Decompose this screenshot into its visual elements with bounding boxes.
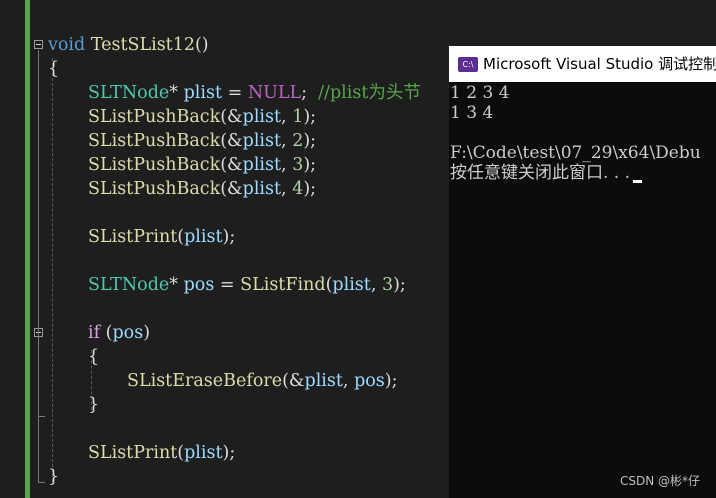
code-token: SListPrint — [88, 443, 178, 463]
console-titlebar[interactable]: C:\ Microsoft Visual Studio 调试控制 — [449, 46, 716, 82]
code-token: ); — [222, 443, 236, 463]
code-token: ; — [301, 83, 319, 103]
code-token: (& — [282, 371, 305, 391]
code-token: } — [48, 467, 60, 487]
code-token: , — [342, 371, 355, 391]
code-line[interactable]: void TestSList12() — [48, 33, 209, 57]
code-line[interactable]: if (pos) — [88, 321, 150, 345]
code-line[interactable]: SListPushBack(&plist, 4); — [88, 177, 316, 201]
code-token: , — [281, 131, 293, 151]
code-token: SListEraseBefore — [127, 371, 283, 391]
change-tracking-bar — [25, 0, 30, 498]
code-token: (& — [220, 155, 243, 175]
code-line[interactable]: SLTNode* plist = NULL; //plist为头节 — [88, 81, 421, 105]
code-token: { — [88, 347, 100, 367]
console-output-line: 1 2 3 4 — [450, 83, 510, 103]
console-output-line: F:\Code\test\07_29\x64\Debu — [450, 143, 701, 163]
code-line[interactable]: { — [88, 345, 99, 369]
code-token: 3 — [292, 155, 304, 175]
code-token: , — [281, 179, 293, 199]
code-line[interactable]: SListEraseBefore(&plist, pos); — [127, 369, 398, 393]
code-line[interactable]: } — [88, 393, 99, 417]
code-token: SListPushBack — [88, 107, 221, 127]
code-token: //plist为头节 — [318, 83, 421, 103]
code-token: plist — [184, 227, 223, 247]
code-token: plist — [242, 179, 282, 199]
code-token: SListPrint — [88, 227, 178, 247]
console-title: Microsoft Visual Studio 调试控制 — [483, 55, 716, 73]
code-token: , — [370, 275, 382, 295]
code-token: SLTNode — [88, 83, 170, 103]
code-token: ) — [143, 323, 151, 343]
code-token: ); — [393, 275, 406, 295]
editor-gutter — [0, 0, 25, 498]
code-token: (& — [220, 131, 243, 151]
code-token: ); — [303, 131, 317, 151]
console-output-line: 1 3 4 — [450, 103, 494, 123]
code-token: plist — [304, 371, 343, 391]
code-token: { — [48, 59, 60, 79]
code-token: (& — [220, 107, 243, 127]
code-token: * — [169, 83, 184, 103]
code-token: ); — [303, 155, 317, 175]
code-token: pos — [183, 275, 215, 295]
code-token: ); — [222, 227, 236, 247]
code-token: SLTNode — [88, 275, 170, 295]
code-token: SListPushBack — [88, 131, 221, 151]
code-token: = — [214, 275, 241, 295]
code-token: 3 — [381, 275, 394, 295]
code-token: pos — [354, 371, 385, 391]
code-token: NULL — [247, 83, 302, 103]
debug-console-window[interactable]: C:\ Microsoft Visual Studio 调试控制 1 2 3 4… — [449, 46, 716, 498]
code-line[interactable]: SListPrint(plist); — [88, 225, 235, 249]
indent-guide-level-1 — [52, 58, 53, 482]
code-token: () — [194, 35, 209, 55]
code-token: 2 — [292, 131, 304, 151]
code-token: } — [88, 395, 100, 415]
text-cursor — [633, 180, 643, 183]
code-token: , — [281, 155, 293, 175]
code-token: , — [281, 107, 293, 127]
code-token: ); — [303, 179, 317, 199]
code-token: (& — [220, 179, 243, 199]
code-line[interactable]: SListPrint(plist); — [88, 441, 235, 465]
code-token: SListPushBack — [88, 179, 221, 199]
outline-guide-function — [38, 50, 39, 482]
code-token: plist — [183, 83, 223, 103]
outline-guide-end-tick — [38, 482, 45, 483]
code-token: ); — [303, 107, 317, 127]
code-token: plist — [184, 443, 223, 463]
code-line[interactable]: SLTNode* pos = SListFind(plist, 3); — [88, 273, 406, 297]
code-token: SListFind — [240, 275, 326, 295]
code-line[interactable]: } — [48, 465, 59, 489]
code-line[interactable]: SListPushBack(&plist, 2); — [88, 129, 316, 153]
code-token: ( — [100, 323, 113, 343]
code-token: plist — [332, 275, 371, 295]
code-token: * — [169, 275, 184, 295]
outline-guide-if-end-tick — [38, 416, 45, 417]
code-token: plist — [242, 155, 282, 175]
watermark: CSDN @彬*仔 — [619, 474, 700, 488]
code-token: void — [48, 35, 86, 55]
code-token: plist — [242, 131, 282, 151]
fold-toggle-function-icon[interactable] — [34, 40, 43, 49]
console-output-line: 按任意键关闭此窗口. . . — [450, 163, 631, 183]
code-line[interactable]: SListPushBack(&plist, 3); — [88, 153, 316, 177]
code-line[interactable]: SListPushBack(&plist, 1); — [88, 105, 316, 129]
code-line[interactable]: { — [48, 57, 59, 81]
console-app-icon: C:\ — [458, 57, 478, 72]
outline-guide-if — [38, 338, 39, 416]
code-token: 1 — [292, 107, 304, 127]
code-token: plist — [242, 107, 282, 127]
code-token: = — [222, 83, 248, 103]
code-token: if — [88, 323, 101, 343]
code-token: SListPushBack — [88, 155, 221, 175]
code-token: pos — [112, 323, 144, 343]
code-token: TestSList12 — [90, 35, 195, 55]
code-token: ); — [384, 371, 398, 391]
code-token: 4 — [292, 179, 304, 199]
